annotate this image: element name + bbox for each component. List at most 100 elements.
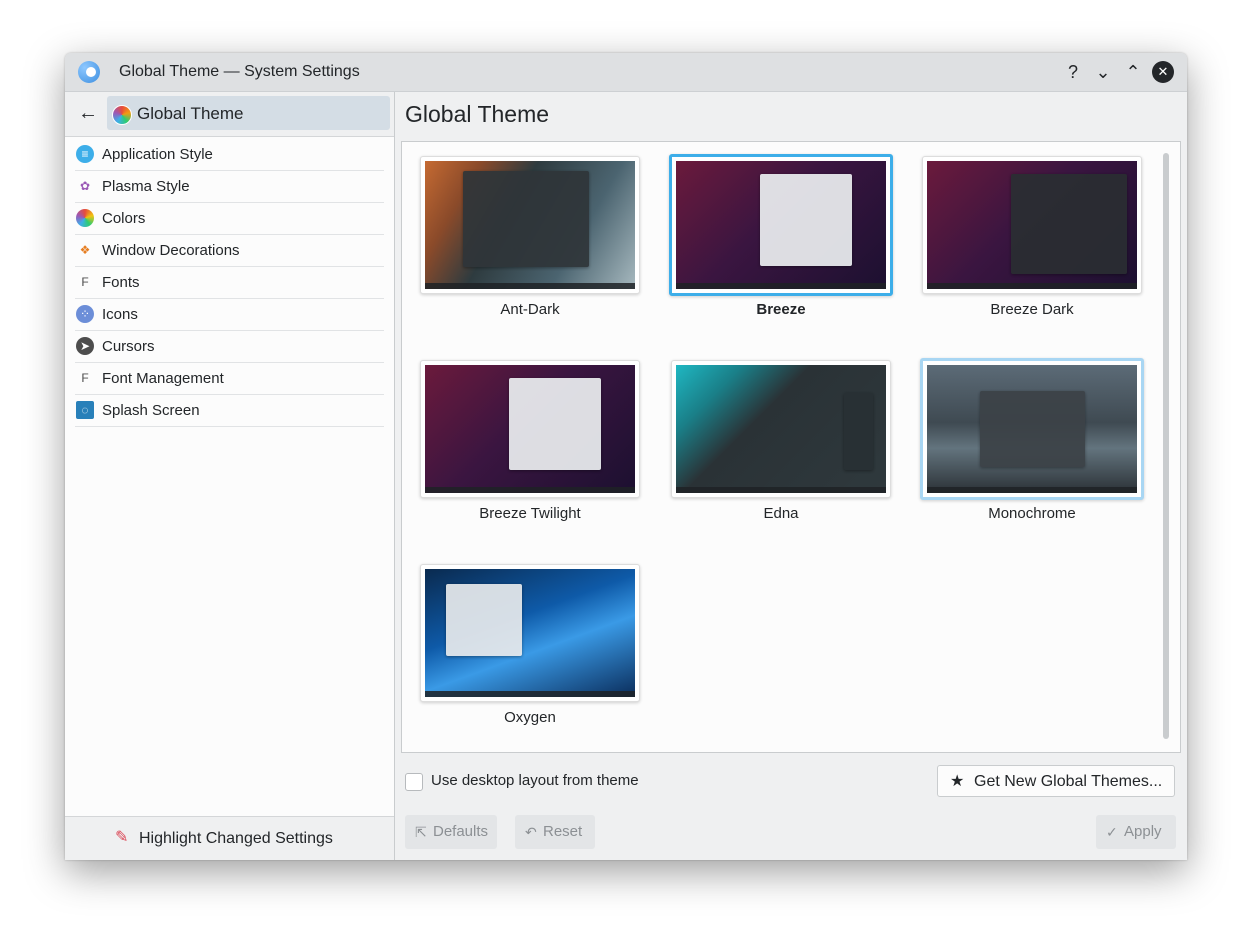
theme-tile-breeze-dark[interactable]: Breeze Dark [921, 155, 1143, 335]
sidebar-item-application-style[interactable]: ≡ Application Style [75, 139, 384, 171]
apply-button[interactable]: ✓ Apply [1096, 815, 1176, 849]
scrollbar[interactable] [1163, 153, 1169, 739]
defaults-icon: ⇱ [415, 824, 427, 840]
help-button[interactable]: ? [1062, 61, 1084, 83]
reset-icon: ↶ [525, 824, 537, 840]
icons-icon: ⁘ [76, 305, 94, 323]
system-settings-app-icon [78, 61, 100, 83]
pen-icon: ✎ [115, 829, 129, 846]
use-desktop-layout-checkbox[interactable] [405, 773, 423, 791]
theme-tile-breeze[interactable]: Breeze [669, 154, 893, 335]
theme-tile-ant-dark[interactable]: Ant-Dark [419, 155, 641, 335]
sidebar: ← Global Theme ≡ Application Style ✿ Plasma… [65, 92, 395, 860]
sidebar-item-label: Icons [102, 306, 138, 323]
theme-preview [420, 360, 640, 498]
preview-window [462, 171, 589, 268]
theme-preview [420, 156, 640, 294]
colors-icon [76, 209, 94, 227]
sidebar-item-splash-screen[interactable]: ◌ Splash Screen [75, 395, 384, 427]
theme-preview [922, 156, 1142, 294]
sidebar-current-label: Global Theme [137, 104, 244, 123]
theme-preview-image [676, 365, 886, 493]
theme-preview-image [425, 569, 635, 697]
window-decorations-icon: ❖ [79, 243, 91, 257]
minimize-button[interactable]: ⌄ [1092, 61, 1114, 83]
theme-preview [671, 360, 891, 498]
preview-panel [425, 283, 635, 289]
preview-window [760, 173, 853, 266]
checkmark-icon: ✓ [1106, 824, 1118, 840]
theme-preview [669, 154, 893, 296]
highlight-changed-label: Highlight Changed Settings [139, 830, 333, 847]
sidebar-item-cursors[interactable]: ➤ Cursors [75, 331, 384, 363]
page-title: Global Theme [405, 101, 550, 127]
theme-preview [420, 564, 640, 702]
sidebar-item-label: Colors [102, 210, 146, 227]
defaults-button[interactable]: ⇱ Defaults [405, 815, 497, 849]
get-new-global-themes-button[interactable]: ★ Get New Global Themes... [937, 765, 1175, 797]
star-icon: ★ [950, 773, 965, 790]
cursors-icon: ➤ [76, 337, 94, 355]
sidebar-current-category[interactable]: Global Theme [107, 96, 390, 130]
sidebar-item-label: Cursors [102, 338, 155, 355]
close-button[interactable]: ✕ [1152, 61, 1174, 83]
sidebar-item-fonts[interactable]: F Fonts [75, 267, 384, 299]
theme-name: Oxygen [504, 709, 556, 726]
preview-panel [676, 487, 886, 493]
maximize-button[interactable]: ⌃ [1122, 61, 1144, 83]
apply-label: Apply [1124, 823, 1162, 840]
sidebar-item-label: Fonts [102, 274, 140, 291]
settings-window: Global Theme — System Settings ? ⌄ ⌃ ✕ ←… [65, 53, 1187, 860]
theme-name: Ant-Dark [500, 301, 560, 318]
sidebar-item-colors[interactable]: Colors [75, 203, 384, 235]
preview-window [844, 393, 874, 470]
theme-tile-monochrome[interactable]: Monochrome [920, 358, 1144, 539]
sidebar-list: ≡ Application Style ✿ Plasma Style Colors ❖ Wi… [75, 139, 384, 427]
get-new-label: Get New Global Themes... [974, 773, 1163, 790]
reset-label: Reset [543, 823, 583, 840]
sidebar-item-label: Window Decorations [102, 242, 240, 259]
theme-name: Monochrome [988, 505, 1076, 522]
sidebar-item-label: Plasma Style [102, 178, 190, 195]
preview-panel [676, 283, 886, 289]
back-arrow-icon[interactable]: ← [77, 100, 99, 126]
theme-preview-image [425, 365, 635, 493]
window-title: Global Theme — System Settings [119, 63, 360, 80]
application-style-icon: ≡ [76, 145, 94, 163]
splash-screen-icon: ◌ [76, 401, 94, 419]
theme-name: Breeze Dark [990, 301, 1074, 318]
theme-tile-edna[interactable]: Edna [670, 359, 892, 539]
theme-name: Breeze Twilight [479, 505, 581, 522]
sidebar-item-label: Splash Screen [102, 402, 200, 419]
sidebar-item-font-management[interactable]: F Font Management [75, 363, 384, 395]
highlight-changed-settings-button[interactable]: ✎ Highlight Changed Settings [65, 816, 394, 860]
defaults-label: Defaults [433, 823, 489, 840]
sidebar-item-plasma-style[interactable]: ✿ Plasma Style [75, 171, 384, 203]
theme-grid[interactable]: Ant-Dark Breeze Breeze Dark Breeze Twilight… [401, 141, 1181, 753]
use-desktop-layout-label: Use desktop layout from theme [431, 772, 639, 789]
theme-preview [920, 358, 1144, 500]
sidebar-item-window-decorations[interactable]: ❖ Window Decorations [75, 235, 384, 267]
preview-panel [425, 487, 635, 493]
theme-name: Breeze [756, 301, 806, 318]
preview-window [1011, 173, 1127, 274]
preview-window [509, 377, 602, 470]
preview-panel [927, 283, 1137, 289]
global-theme-icon [112, 105, 132, 125]
preview-window [446, 584, 522, 657]
sidebar-item-icons[interactable]: ⁘ Icons [75, 299, 384, 331]
sidebar-item-label: Font Management [102, 370, 224, 387]
theme-tile-oxygen[interactable]: Oxygen [419, 563, 641, 743]
theme-preview-image [425, 161, 635, 289]
title-bar[interactable]: Global Theme — System Settings ? ⌄ ⌃ ✕ [65, 53, 1187, 92]
plasma-style-icon: ✿ [79, 179, 91, 193]
preview-panel [927, 487, 1137, 493]
sidebar-item-label: Application Style [102, 146, 213, 163]
sidebar-header: ← Global Theme [65, 92, 394, 137]
main-panel: Global Theme Ant-Dark Breeze Breeze Dark Br… [395, 92, 1187, 860]
fonts-icon: F [81, 275, 89, 289]
reset-button[interactable]: ↶ Reset [515, 815, 595, 849]
preview-window [979, 390, 1085, 468]
theme-tile-breeze-twilight[interactable]: Breeze Twilight [419, 359, 641, 539]
theme-preview-image [927, 365, 1137, 493]
